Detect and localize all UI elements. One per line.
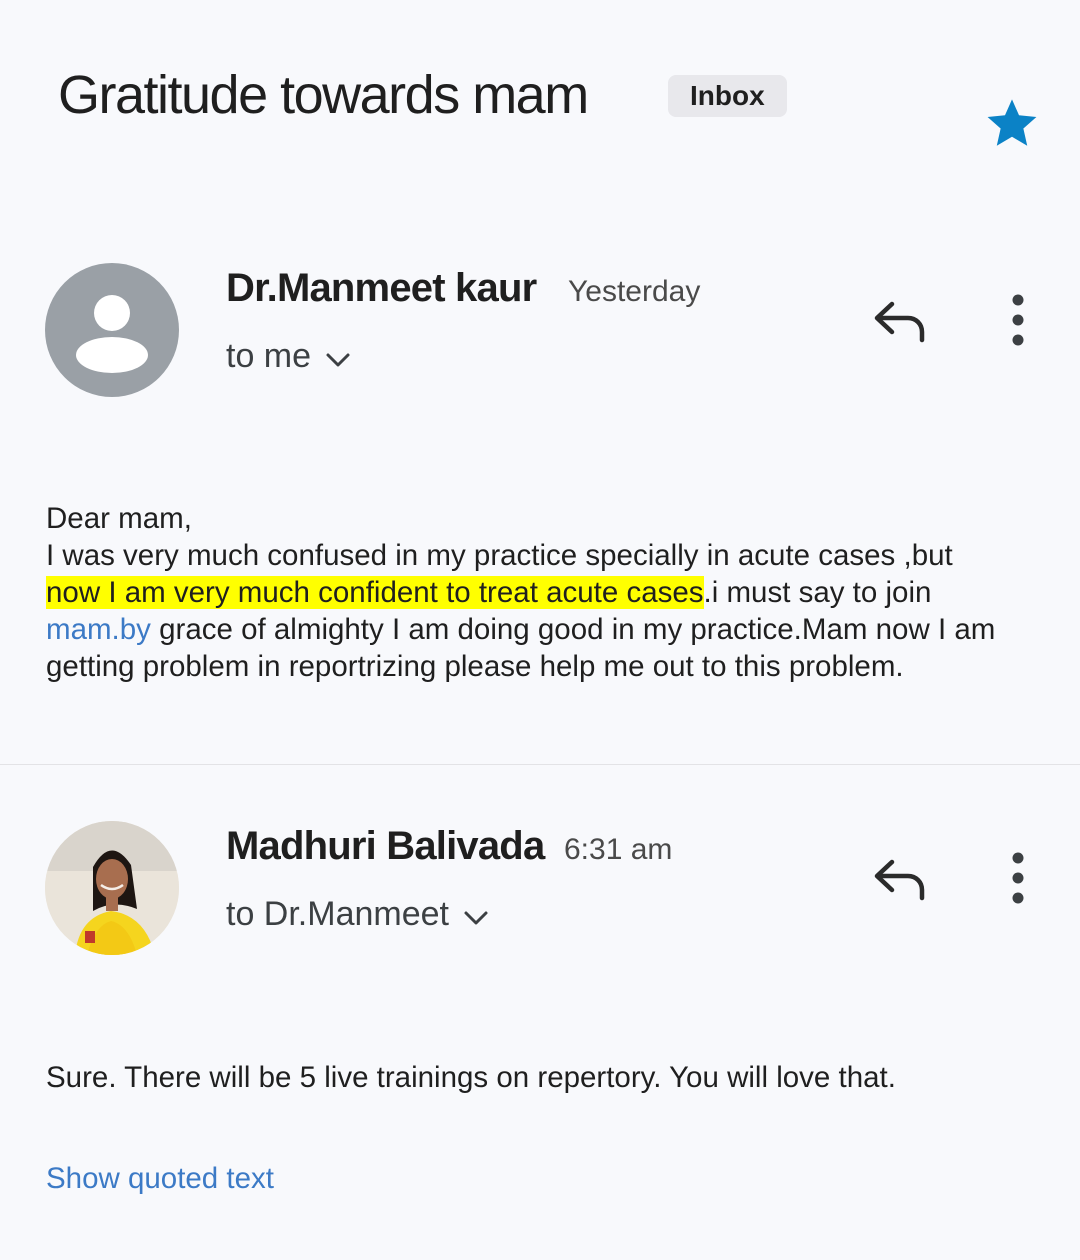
body-text-end: grace of almighty I am doing good in my … — [46, 613, 996, 683]
message-time: 6:31 am — [564, 833, 673, 866]
thread-subject: Gratitude towards mam — [58, 65, 589, 125]
recipient-toggle[interactable]: to me — [226, 334, 351, 378]
body-paragraph: I was very much confused in my practice … — [46, 537, 1036, 685]
highlighted-text: now I am very much confident to treat ac… — [46, 576, 704, 609]
star-icon[interactable] — [982, 94, 1042, 152]
sender-name[interactable]: Madhuri Balivada — [226, 822, 545, 870]
message-body: Sure. There will be 5 live trainings on … — [46, 1061, 896, 1094]
sender-avatar-photo[interactable] — [45, 821, 179, 955]
recipient-label: to Dr.Manmeet — [226, 895, 449, 933]
more-options-icon[interactable] — [1008, 294, 1028, 346]
profile-photo — [45, 821, 179, 955]
inbox-label-chip[interactable]: Inbox — [668, 75, 787, 117]
recipient-label: to me — [226, 337, 312, 375]
sender-avatar[interactable] — [45, 263, 179, 397]
message-body: Dear mam, I was very much confused in my… — [46, 500, 1036, 685]
show-quoted-text-link[interactable]: Show quoted text — [46, 1160, 274, 1198]
person-placeholder-icon — [76, 295, 148, 373]
recipient-toggle[interactable]: to Dr.Manmeet — [226, 892, 489, 936]
more-options-icon[interactable] — [1008, 852, 1028, 904]
body-text-middle: .i must say to join — [703, 576, 932, 609]
body-text-start: I was very much confused in my practice … — [46, 539, 953, 572]
body-link[interactable]: mam.by — [46, 613, 151, 646]
greeting-line: Dear mam, — [46, 502, 192, 535]
sender-name[interactable]: Dr.Manmeet kaur — [226, 264, 537, 312]
chevron-down-icon — [326, 353, 350, 367]
chevron-down-icon — [464, 911, 488, 925]
reply-icon[interactable] — [872, 856, 930, 902]
reply-icon[interactable] — [872, 298, 930, 344]
message-divider — [0, 764, 1080, 765]
message-time: Yesterday — [568, 275, 701, 308]
